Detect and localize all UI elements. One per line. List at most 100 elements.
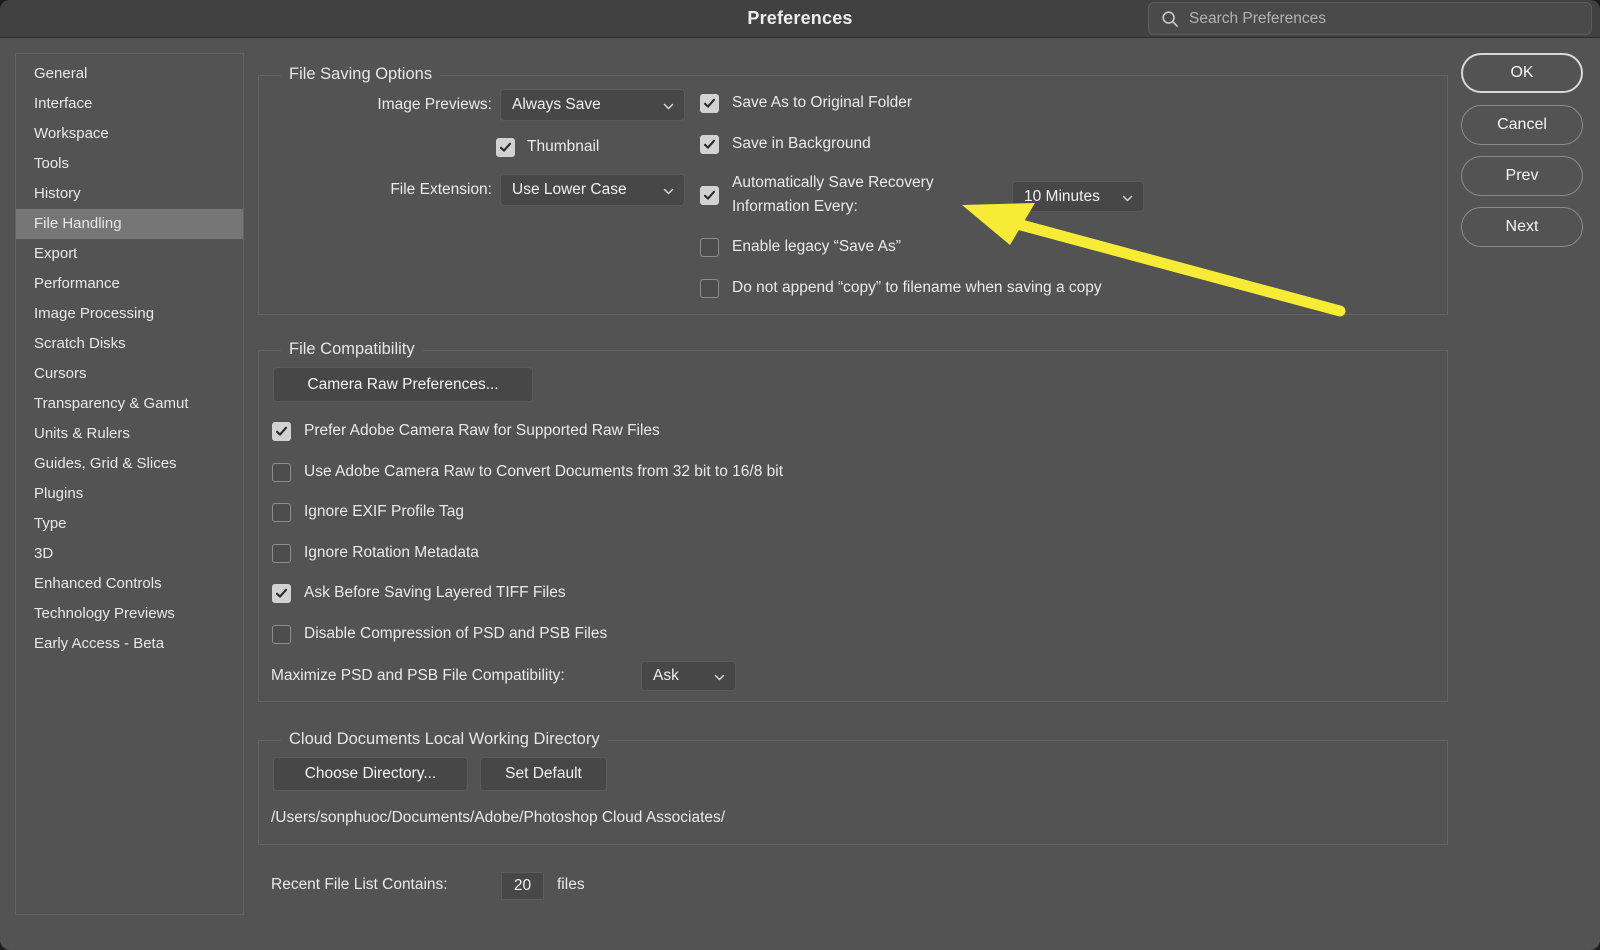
sidebar-item-scratch-disks[interactable]: Scratch Disks <box>16 329 243 359</box>
cloud-documents-title: Cloud Documents Local Working Directory <box>281 730 608 749</box>
titlebar: Preferences Search Preferences <box>0 0 1600 38</box>
thumbnail-label: Thumbnail <box>527 138 599 156</box>
convert-32bit-label: Use Adobe Camera Raw to Convert Document… <box>304 463 783 481</box>
enable-legacy-save-as-checkbox[interactable] <box>700 238 719 257</box>
sidebar-item-general[interactable]: General <box>16 59 243 89</box>
sidebar-item-label: Performance <box>34 275 120 292</box>
sidebar-item-3d[interactable]: 3D <box>16 539 243 569</box>
sidebar-item-label: Guides, Grid & Slices <box>34 455 177 472</box>
ignore-rotation-metadata-checkbox[interactable] <box>272 544 291 563</box>
check-icon <box>703 97 716 110</box>
check-icon <box>499 141 512 154</box>
sidebar-item-history[interactable]: History <box>16 179 243 209</box>
enable-legacy-save-as-label: Enable legacy “Save As” <box>732 238 901 256</box>
sidebar-item-label: 3D <box>34 545 53 562</box>
search-placeholder: Search Preferences <box>1189 3 1326 34</box>
chevron-down-icon <box>1122 191 1133 202</box>
sidebar-item-label: Type <box>34 515 67 532</box>
check-icon <box>275 587 288 600</box>
ignore-exif-profile-tag-checkbox[interactable] <box>272 503 291 522</box>
sidebar-item-label: Image Processing <box>34 305 154 322</box>
prefer-camera-raw-checkbox[interactable] <box>272 422 291 441</box>
ask-before-saving-layered-tiff-label: Ask Before Saving Layered TIFF Files <box>304 584 566 602</box>
choose-directory-button[interactable]: Choose Directory... <box>273 757 468 791</box>
sidebar-item-label: History <box>34 185 81 202</box>
do-not-append-copy-checkbox[interactable] <box>700 279 719 298</box>
sidebar-item-enhanced-controls[interactable]: Enhanced Controls <box>16 569 243 599</box>
file-extension-dropdown[interactable]: Use Lower Case <box>500 174 685 206</box>
sidebar-item-plugins[interactable]: Plugins <box>16 479 243 509</box>
preferences-dialog: Preferences Search Preferences General I… <box>0 0 1600 950</box>
sidebar-item-performance[interactable]: Performance <box>16 269 243 299</box>
recent-file-list-unit: files <box>557 876 585 894</box>
image-previews-value: Always Save <box>512 90 601 120</box>
file-compatibility-title: File Compatibility <box>281 340 423 359</box>
preferences-category-list[interactable]: General Interface Workspace Tools Histor… <box>15 53 244 915</box>
check-icon <box>275 425 288 438</box>
chevron-down-icon <box>663 184 674 195</box>
sidebar-item-label: Plugins <box>34 485 83 502</box>
recent-file-list-label: Recent File List Contains: <box>271 876 448 894</box>
camera-raw-preferences-button[interactable]: Camera Raw Preferences... <box>273 367 533 402</box>
sidebar-item-label: Scratch Disks <box>34 335 126 352</box>
save-as-to-original-folder-label: Save As to Original Folder <box>732 94 912 112</box>
file-compatibility-group: File Compatibility <box>258 350 1448 702</box>
disable-compression-psd-psb-checkbox[interactable] <box>272 625 291 644</box>
sidebar-item-label: General <box>34 65 87 82</box>
convert-32bit-checkbox[interactable] <box>272 463 291 482</box>
ask-before-saving-layered-tiff-checkbox[interactable] <box>272 584 291 603</box>
maximize-compatibility-label: Maximize PSD and PSB File Compatibility: <box>271 667 565 685</box>
next-button[interactable]: Next <box>1461 207 1583 247</box>
chevron-down-icon <box>714 670 725 681</box>
chevron-down-icon <box>663 99 674 110</box>
sidebar-item-guides-grid-slices[interactable]: Guides, Grid & Slices <box>16 449 243 479</box>
file-saving-options-title: File Saving Options <box>281 65 440 84</box>
file-extension-value: Use Lower Case <box>512 175 627 205</box>
sidebar-item-label: Enhanced Controls <box>34 575 162 592</box>
sidebar-item-image-processing[interactable]: Image Processing <box>16 299 243 329</box>
sidebar-item-technology-previews[interactable]: Technology Previews <box>16 599 243 629</box>
save-in-background-checkbox[interactable] <box>700 135 719 154</box>
set-default-button[interactable]: Set Default <box>480 757 607 791</box>
ok-button[interactable]: OK <box>1461 53 1583 93</box>
ignore-rotation-metadata-label: Ignore Rotation Metadata <box>304 544 479 562</box>
maximize-compatibility-value: Ask <box>653 662 679 690</box>
prev-button[interactable]: Prev <box>1461 156 1583 196</box>
sidebar-item-units-rulers[interactable]: Units & Rulers <box>16 419 243 449</box>
sidebar-item-tools[interactable]: Tools <box>16 149 243 179</box>
do-not-append-copy-label: Do not append “copy” to filename when sa… <box>732 279 1102 297</box>
sidebar-item-export[interactable]: Export <box>16 239 243 269</box>
sidebar-item-interface[interactable]: Interface <box>16 89 243 119</box>
sidebar-item-label: Workspace <box>34 125 109 142</box>
sidebar-item-workspace[interactable]: Workspace <box>16 119 243 149</box>
thumbnail-checkbox[interactable] <box>496 138 515 157</box>
file-extension-label: File Extension: <box>300 181 492 199</box>
check-icon <box>703 138 716 151</box>
sidebar-item-label: Units & Rulers <box>34 425 130 442</box>
cancel-button[interactable]: Cancel <box>1461 105 1583 145</box>
recent-file-list-input[interactable]: 20 <box>501 872 544 900</box>
sidebar-item-label: Early Access - Beta <box>34 635 164 652</box>
ignore-exif-profile-tag-label: Ignore EXIF Profile Tag <box>304 503 464 521</box>
auto-save-recovery-label-line1: Automatically Save Recovery <box>732 174 934 192</box>
sidebar-item-type[interactable]: Type <box>16 509 243 539</box>
sidebar-item-early-access-beta[interactable]: Early Access - Beta <box>16 629 243 659</box>
sidebar-item-file-handling[interactable]: File Handling <box>16 209 243 239</box>
image-previews-dropdown[interactable]: Always Save <box>500 89 685 121</box>
auto-save-recovery-interval-dropdown[interactable]: 10 Minutes <box>1012 181 1144 212</box>
cloud-documents-group: Cloud Documents Local Working Directory <box>258 740 1448 845</box>
sidebar-item-label: Export <box>34 245 77 262</box>
search-preferences-field[interactable]: Search Preferences <box>1148 2 1592 35</box>
sidebar-item-label: Technology Previews <box>34 605 175 622</box>
sidebar-item-transparency-gamut[interactable]: Transparency & Gamut <box>16 389 243 419</box>
sidebar-item-cursors[interactable]: Cursors <box>16 359 243 389</box>
maximize-compatibility-dropdown[interactable]: Ask <box>641 661 736 691</box>
auto-save-recovery-checkbox[interactable] <box>700 186 719 205</box>
disable-compression-psd-psb-label: Disable Compression of PSD and PSB Files <box>304 625 607 643</box>
sidebar-item-label: File Handling <box>34 215 122 232</box>
sidebar-item-label: Transparency & Gamut <box>34 395 189 412</box>
prefer-camera-raw-label: Prefer Adobe Camera Raw for Supported Ra… <box>304 422 660 440</box>
check-icon <box>703 189 716 202</box>
save-in-background-label: Save in Background <box>732 135 871 153</box>
save-as-to-original-folder-checkbox[interactable] <box>700 94 719 113</box>
